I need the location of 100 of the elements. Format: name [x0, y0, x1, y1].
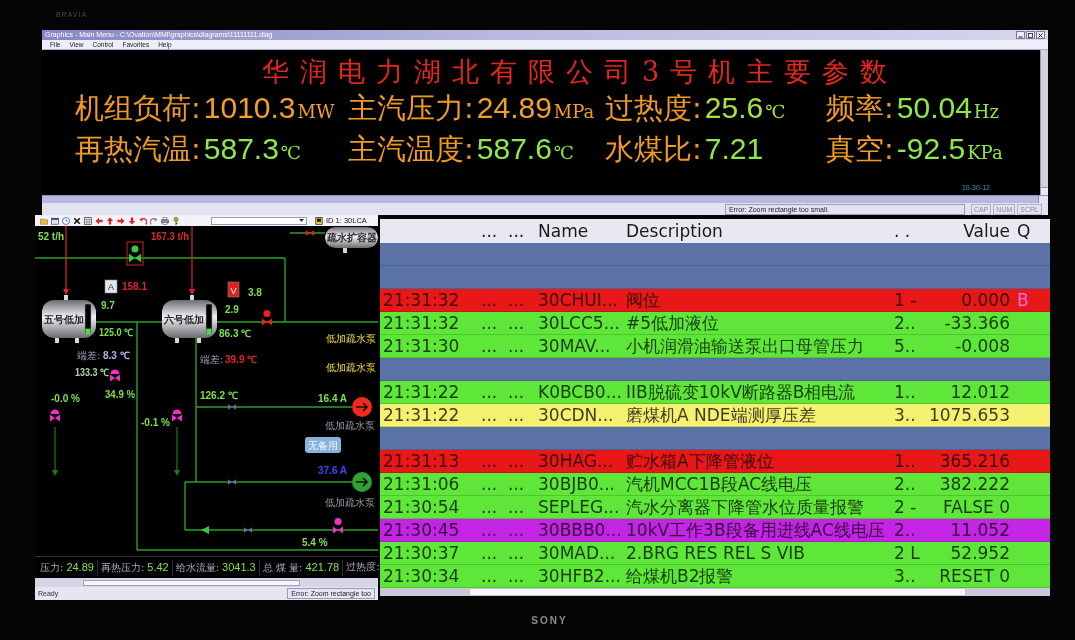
horizontal-scrollbar[interactable]: [35, 578, 378, 587]
reading-value: 16.4 A: [318, 393, 348, 404]
alarm-value: -0.008: [955, 336, 1010, 356]
column-header[interactable]: Q: [1017, 221, 1031, 241]
alarm-row[interactable]: 21:30:54 ... ... SEPLEG... 汽水分离器下降管水位质量报警 2 - FALSE 0: [380, 496, 1050, 519]
ellipsis-text: ...: [481, 474, 498, 494]
alarm-row[interactable]: 21:31:22 ... ... 30CDN... 磨煤机A NDE端测厚压差 3.. 1075.653: [380, 404, 1050, 427]
reading-value: 125.0 ℃: [99, 327, 137, 338]
reading-value: 167.3 t/h: [151, 231, 192, 242]
alarm-description: IIB脱硫变10kV断路器B相电流: [626, 382, 856, 402]
ellipsis-text: ...: [481, 520, 498, 540]
ellipsis-text: ...: [481, 566, 498, 586]
ellipsis-text: ...: [508, 497, 525, 517]
horizontal-scrollbar[interactable]: [380, 588, 1050, 596]
column-header[interactable]: . .: [894, 221, 911, 241]
arrow-down-icon[interactable]: [128, 216, 136, 225]
alarm-row[interactable]: 21:31:32 ... ... 30LCC5... #5低加液位 2.. -33.366: [380, 312, 1050, 335]
ellipsis-text: ...: [508, 520, 525, 540]
alarm-row[interactable]: 21:30:37 ... ... 30MAD... 2.BRG RES REL S VIB 2 L 52.952: [380, 542, 1050, 565]
parameter-label: 频率:: [826, 90, 894, 126]
undo-icon[interactable]: [139, 216, 147, 225]
level-gauge: [84, 303, 92, 335]
point-name: 30BBB0...: [538, 520, 622, 540]
column-header[interactable]: Name: [538, 221, 589, 241]
equipment-label: 低加疏水泵: [325, 420, 375, 431]
ellipsis-text: ...: [508, 474, 525, 494]
reading-value: 9.7: [101, 300, 115, 311]
alarm-description: 汽水分离器下降管水位质量报警: [626, 497, 864, 517]
window-icon[interactable]: [51, 216, 59, 225]
alarm-priority: 5..: [894, 336, 916, 356]
alarm-priority: 2 -: [894, 497, 917, 517]
alarm-description: 10kV工作3B段备用进线AC线电压: [626, 520, 885, 540]
parameter-label: 机组负荷:: [75, 90, 201, 126]
grid-icon[interactable]: [84, 216, 92, 225]
point-name: 30HFB2...: [538, 566, 621, 586]
caret-icon[interactable]: [299, 219, 304, 222]
ellipsis-text: ...: [508, 566, 525, 586]
reading-value: 126.2 ℃: [200, 390, 238, 401]
ellipsis-text: ...: [481, 382, 498, 402]
alarm-time: 21:31:22: [383, 382, 460, 402]
horizontal-scrollbar[interactable]: [42, 195, 1048, 203]
point-name: 30CDN...: [538, 405, 614, 425]
point-name: 30LCC5...: [538, 313, 620, 333]
ellipsis-text: ...: [481, 313, 498, 333]
flow-arrow: [52, 426, 58, 476]
alarm-value: FALSE 0: [942, 497, 1010, 517]
ellipsis-text: ...: [508, 405, 525, 425]
printer-icon[interactable]: [161, 216, 169, 225]
mode-tag: V: [227, 281, 240, 298]
vessel-tank: [325, 227, 378, 253]
alarm-row[interactable]: 21:31:13 ... ... 30HAG... 贮水箱A下降管液位 1.. 365.216: [380, 450, 1050, 473]
unit-label: ℃: [765, 102, 786, 122]
alarm-time: 21:31:06: [383, 474, 460, 494]
alarm-row[interactable]: 21:31:22 ... ... K0BCB0... IIB脱硫变10kV断路器B相电流 1.. 12.012: [380, 381, 1050, 404]
ellipsis-text: ...: [481, 405, 498, 425]
flow-arrow: [201, 526, 209, 534]
parameter-value: 25.6: [704, 90, 764, 126]
summary-label: 给水流量:: [175, 560, 220, 575]
alarm-value: -33.366: [944, 313, 1010, 333]
cross-icon[interactable]: [73, 216, 81, 225]
reading-value: 39.9 ℃: [225, 354, 258, 365]
note-label: 端差:: [200, 354, 224, 365]
ellipsis-text: ...: [481, 290, 498, 310]
alarm-time: 21:31:13: [383, 451, 460, 471]
square-icon[interactable]: [315, 216, 323, 225]
parameter-label: 过热度:: [605, 90, 702, 126]
column-header[interactable]: Description: [626, 221, 723, 241]
column-header[interactable]: Value: [963, 221, 1010, 241]
tank-label: 六号低加: [164, 314, 204, 325]
summary-label: 压力:: [40, 560, 64, 575]
arrow-up-icon[interactable]: [106, 216, 114, 225]
vertical-scrollbar[interactable]: [1040, 50, 1048, 195]
arrow-left-icon[interactable]: [95, 216, 103, 225]
point-name: 30HAG...: [538, 451, 614, 471]
arrow-right-icon[interactable]: [117, 216, 125, 225]
ellipsis-text: ...: [481, 451, 498, 471]
point-name: 30BJB0...: [538, 474, 615, 494]
summary-label: 再热压力:: [100, 560, 145, 575]
point-name: SEPLEG...: [538, 497, 620, 517]
summary-label: 过热度:: [346, 559, 380, 574]
alarm-description: 贮水箱A下降管液位: [626, 451, 774, 471]
alarm-description: 小机润滑油输送泵出口母管压力: [626, 336, 864, 356]
alarm-row[interactable]: 21:30:45 ... ... 30BBB0... 10kV工作3B段备用进线AC线电压 2.. 11.052: [380, 519, 1050, 542]
key-icon[interactable]: [172, 216, 180, 225]
alarm-row[interactable]: 21:31:30 ... ... 30MAV... 小机润滑油输送泵出口母管压力 5.. -0.008: [380, 335, 1050, 358]
alarm-row[interactable]: 21:31:06 ... ... 30BJB0... 汽机MCC1B段AC线电压 2.. 382.222: [380, 473, 1050, 496]
column-header[interactable]: ...: [481, 221, 498, 241]
alarm-time: 21:31:22: [383, 405, 460, 425]
alarm-row[interactable]: 21:30:34 ... ... 30HFB2... 给煤机B2报警 3.. RESET 0: [380, 565, 1050, 588]
alarm-row[interactable]: 21:31:32 ... ... 30CHUI... 阀位 1 - 0.000 B: [380, 289, 1050, 312]
level-gauge: [205, 303, 213, 335]
alarm-priority: 1..: [894, 451, 916, 471]
parameter-value: 1010.3: [203, 90, 296, 126]
redo-icon[interactable]: [150, 216, 158, 225]
alarm-time: 21:30:34: [383, 566, 460, 586]
alarm-value: 52.952: [950, 543, 1010, 563]
dropdown-field[interactable]: [211, 216, 307, 225]
flow-arrow: [63, 226, 69, 295]
unit-label: Hz: [973, 102, 1000, 122]
column-header[interactable]: ...: [508, 221, 525, 241]
